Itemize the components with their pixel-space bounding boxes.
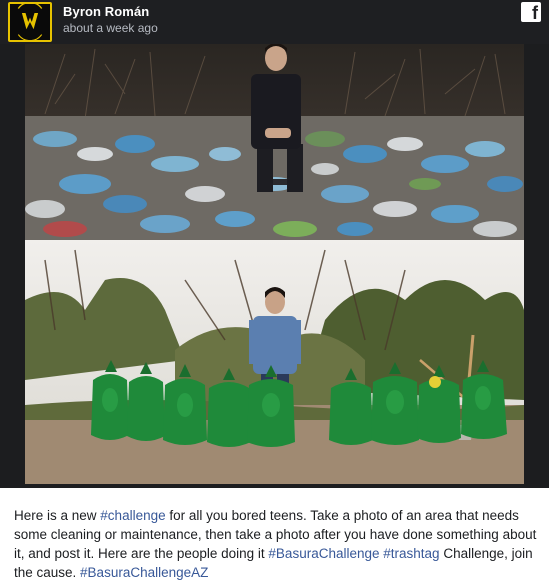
hashtag-basura-challenge-az[interactable]: #BasuraChallengeAZ bbox=[80, 565, 208, 580]
post-header: Byron Román about a week ago f bbox=[0, 0, 549, 44]
caption-text-1: Here is a new bbox=[14, 508, 101, 523]
hashtag-trashtag[interactable]: #trashtag bbox=[383, 546, 439, 561]
before-photo-image bbox=[25, 44, 524, 240]
parris-island-alumni-logo bbox=[10, 4, 50, 40]
after-photo-image bbox=[25, 240, 524, 484]
facebook-icon-glyph: f bbox=[532, 3, 538, 23]
post-media-area: Byron Román about a week ago f bbox=[0, 0, 549, 488]
after-photo[interactable] bbox=[25, 240, 524, 484]
before-photo[interactable] bbox=[25, 44, 524, 240]
hashtag-challenge[interactable]: #challenge bbox=[100, 508, 165, 523]
avatar[interactable] bbox=[8, 2, 52, 42]
post-caption: Here is a new #challenge for all you bor… bbox=[14, 506, 539, 582]
post-timestamp[interactable]: about a week ago bbox=[63, 21, 158, 35]
hashtag-basura-challenge[interactable]: #BasuraChallenge bbox=[268, 546, 379, 561]
facebook-icon[interactable]: f bbox=[521, 2, 541, 23]
facebook-post: Byron Román about a week ago f Here is a… bbox=[0, 0, 549, 587]
author-name[interactable]: Byron Román bbox=[63, 4, 149, 19]
